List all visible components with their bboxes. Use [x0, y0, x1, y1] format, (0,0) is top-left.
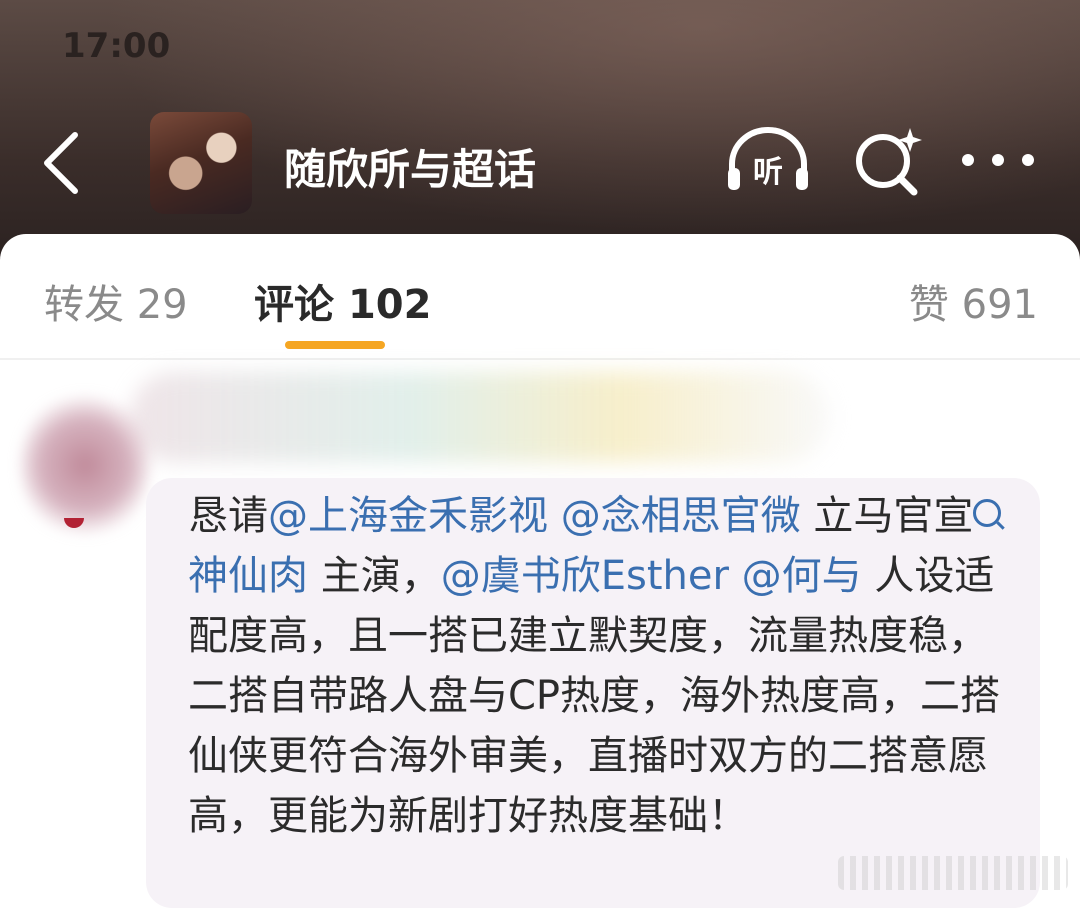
- tab-repost-count: 29: [136, 282, 188, 328]
- comment-text-segment: [548, 493, 561, 539]
- watermark: [838, 856, 1068, 890]
- tab-like[interactable]: 赞 691: [909, 272, 1038, 330]
- tab-like-label: 赞: [908, 282, 949, 328]
- comment-text-segment: [729, 553, 742, 599]
- comment-text-segment: 主演，: [308, 553, 441, 599]
- active-tab-indicator: [285, 341, 385, 349]
- back-chevron-icon: [44, 132, 78, 194]
- mention-link[interactable]: @念相思官微: [561, 493, 801, 539]
- comment-text: 恳请@上海金禾影视 @念相思官微 立马官宣神仙肉 主演，@虞书欣Esther @…: [188, 486, 1018, 846]
- comment-text-segment: 恳请: [188, 493, 268, 539]
- listen-label: 听: [753, 155, 783, 190]
- supertopic-avatar[interactable]: [150, 112, 252, 214]
- page-title: 随欣所与超话: [284, 145, 537, 194]
- tab-divider: [0, 358, 1080, 360]
- more-dot-icon: [1022, 154, 1034, 166]
- status-time: 17:00: [62, 26, 171, 66]
- blurred-username: [130, 372, 830, 462]
- mention-link[interactable]: @虞书欣Esther: [441, 553, 729, 599]
- tab-comment[interactable]: 评论 102: [254, 272, 431, 330]
- comment-text-segment: 立马官宣: [800, 493, 974, 539]
- blurred-commenter-avatar[interactable]: [20, 390, 150, 540]
- more-dot-icon: [992, 154, 1004, 166]
- tab-comment-label: 评论: [254, 282, 334, 328]
- headphones-icon: 听: [728, 127, 808, 190]
- tab-comment-count: 102: [347, 282, 432, 328]
- tab-repost[interactable]: 转发 29: [44, 272, 188, 330]
- back-button[interactable]: [36, 128, 86, 198]
- search-button[interactable]: [852, 124, 924, 196]
- tab-like-count: 691: [961, 282, 1038, 328]
- mention-link[interactable]: @上海金禾影视: [268, 493, 548, 539]
- listen-button[interactable]: 听: [726, 126, 810, 196]
- more-button[interactable]: [962, 140, 1034, 180]
- search-sparkle-icon: [856, 128, 922, 196]
- topic-search-icon: [973, 499, 1002, 527]
- tab-repost-label: 转发: [44, 282, 124, 328]
- mention-link[interactable]: @何与: [742, 553, 862, 599]
- more-dot-icon: [962, 154, 974, 166]
